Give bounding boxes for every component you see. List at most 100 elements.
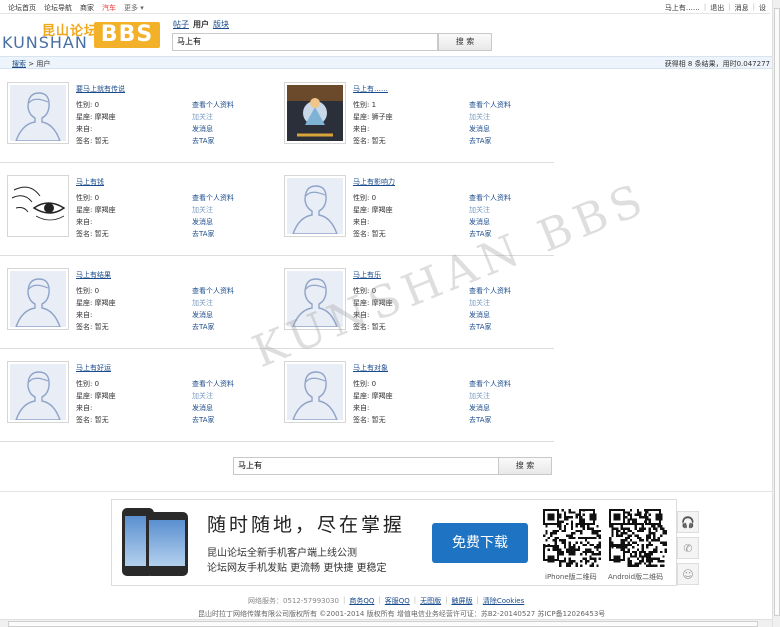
footer-touch[interactable]: 触屏版 [451,596,472,606]
vertical-scrollbar[interactable] [772,0,780,627]
view-profile-link[interactable]: 查看个人资料 [469,379,511,389]
view-profile-link[interactable]: 查看个人资料 [192,100,234,110]
user-card: 马上有结果 性别: 0 星座: 摩羯座 来自: 签名: 暂无 查看个人资料 加关… [7,268,283,338]
sign-field: 签名: 暂无 [76,230,109,238]
separator: | [378,596,381,604]
sign-field: 签名: 暂无 [353,323,386,331]
avatar[interactable] [7,361,69,423]
footer-links: 网络服务：0512-57993030 | 商务QQ | 客服QQ | 无图版 |… [248,596,524,606]
view-profile-link[interactable]: 查看个人资料 [192,193,234,203]
follow-link[interactable]: 加关注 [192,112,213,122]
bottom-search-button[interactable]: 搜 索 [498,457,552,475]
user-card: 马上有对象 性别: 0 星座: 摩羯座 来自: 签名: 暂无 查看个人资料 加关… [284,361,560,431]
username-link[interactable]: 马上有好运 [76,363,111,373]
follow-link[interactable]: 加关注 [192,298,213,308]
view-profile-link[interactable]: 查看个人资料 [469,193,511,203]
follow-link[interactable]: 加关注 [192,391,213,401]
visit-home-link[interactable]: 去TA家 [469,136,492,146]
view-profile-link[interactable]: 查看个人资料 [192,379,234,389]
footer-business-qq[interactable]: 商务QQ [349,596,374,606]
message-link[interactable]: 发消息 [192,124,213,134]
settings-link[interactable]: 设 [759,3,766,13]
footer-support-qq[interactable]: 客服QQ [385,596,410,606]
avatar[interactable] [7,175,69,237]
user-results: 要马上就有传说 性别: 0 星座: 摩羯座 来自: 签名: 暂无 查看个人资料 … [0,70,554,442]
username-link[interactable]: 马上有钱 [76,177,104,187]
gender-field: 性别: 1 [353,101,377,109]
avatar[interactable] [284,361,346,423]
avatar[interactable] [284,268,346,330]
visit-home-link[interactable]: 去TA家 [469,415,492,425]
visit-home-link[interactable]: 去TA家 [469,322,492,332]
footer-clear-cookies[interactable]: 清除Cookies [483,596,524,606]
separator: | [476,596,479,604]
sign-field: 签名: 暂无 [76,416,109,424]
zodiac-field: 星座: 摩羯座 [76,206,116,214]
horizontal-scrollbar[interactable] [0,619,772,627]
breadcrumb-bar: 搜索 > 用户 获得相 8 条结果，用时0.047277 [0,56,772,69]
view-profile-link[interactable]: 查看个人资料 [469,286,511,296]
nav-merchants[interactable]: 商家 [80,3,94,13]
app-download-banner[interactable]: 随时随地，尽在掌握 昆山论坛全新手机客户端上线公测 论坛网友手机发贴 更流畅 更… [111,499,677,586]
current-username[interactable]: 马上有…… [665,3,700,13]
message-link[interactable]: 发消息 [469,124,490,134]
username-link[interactable]: 马上有对象 [353,363,388,373]
message-link[interactable]: 发消息 [192,217,213,227]
breadcrumb-search[interactable]: 搜索 [12,60,26,68]
username-link[interactable]: 马上有影响力 [353,177,395,187]
message-link[interactable]: 发消息 [192,403,213,413]
site-logo[interactable]: 昆山论坛 KUNSHAN BBS [2,20,162,52]
footer-noimage[interactable]: 无图版 [420,596,441,606]
tab-posts[interactable]: 帖子 [173,19,189,30]
phone-image [146,512,188,576]
logout-link[interactable]: 退出 [710,3,724,13]
free-download-button[interactable]: 免费下载 [432,523,528,563]
iphone-qr-code [543,509,601,567]
weibo-icon[interactable]: ☺ [677,563,699,585]
headset-icon[interactable]: 🎧 [677,511,699,533]
nav-cars[interactable]: 汽车 [102,3,116,13]
separator: | [342,596,346,604]
from-field: 来自: [76,311,93,319]
follow-link[interactable]: 加关注 [469,298,490,308]
nav-home[interactable]: 论坛首页 [8,3,36,13]
message-link[interactable]: 发消息 [469,217,490,227]
username-link[interactable]: 马上有乐 [353,270,381,280]
avatar[interactable] [7,82,69,144]
from-field: 来自: [76,218,93,226]
follow-link[interactable]: 加关注 [469,112,490,122]
view-profile-link[interactable]: 查看个人资料 [469,100,511,110]
visit-home-link[interactable]: 去TA家 [192,229,215,239]
result-row: 马上有结果 性别: 0 星座: 摩羯座 来自: 签名: 暂无 查看个人资料 加关… [0,256,554,349]
tab-boards[interactable]: 版块 [213,19,229,30]
visit-home-link[interactable]: 去TA家 [192,322,215,332]
message-link[interactable]: 发消息 [192,310,213,320]
visit-home-link[interactable]: 去TA家 [469,229,492,239]
messages-link[interactable]: 消息 [735,3,749,13]
username-link[interactable]: 马上有结果 [76,270,111,280]
nav-more[interactable]: 更多 ▾ [124,3,144,13]
user-menu: 马上有…… | 退出 | 消息 | 设 [665,3,766,13]
username-link[interactable]: 马上有…… [353,84,388,94]
avatar[interactable] [284,82,346,144]
search-button[interactable]: 搜 索 [438,33,492,51]
view-profile-link[interactable]: 查看个人资料 [192,286,234,296]
follow-link[interactable]: 加关注 [469,205,490,215]
search-input[interactable]: 马上有 [172,33,438,51]
wechat-icon[interactable]: ✆ [677,537,699,559]
user-card: 马上有…… 性别: 1 星座: 狮子座 来自: 签名: 暂无 查看个人资料 加关… [284,82,560,152]
visit-home-link[interactable]: 去TA家 [192,136,215,146]
bottom-search-input[interactable]: 马上有 [233,457,499,475]
avatar[interactable] [7,268,69,330]
message-link[interactable]: 发消息 [469,310,490,320]
visit-home-link[interactable]: 去TA家 [192,415,215,425]
zodiac-field: 星座: 摩羯座 [353,206,393,214]
username-link[interactable]: 要马上就有传说 [76,84,125,94]
follow-link[interactable]: 加关注 [192,205,213,215]
nav-directory[interactable]: 论坛导航 [44,3,72,13]
follow-link[interactable]: 加关注 [469,391,490,401]
message-link[interactable]: 发消息 [469,403,490,413]
tab-users[interactable]: 用户 [193,19,209,30]
sign-field: 签名: 暂无 [353,230,386,238]
avatar[interactable] [284,175,346,237]
